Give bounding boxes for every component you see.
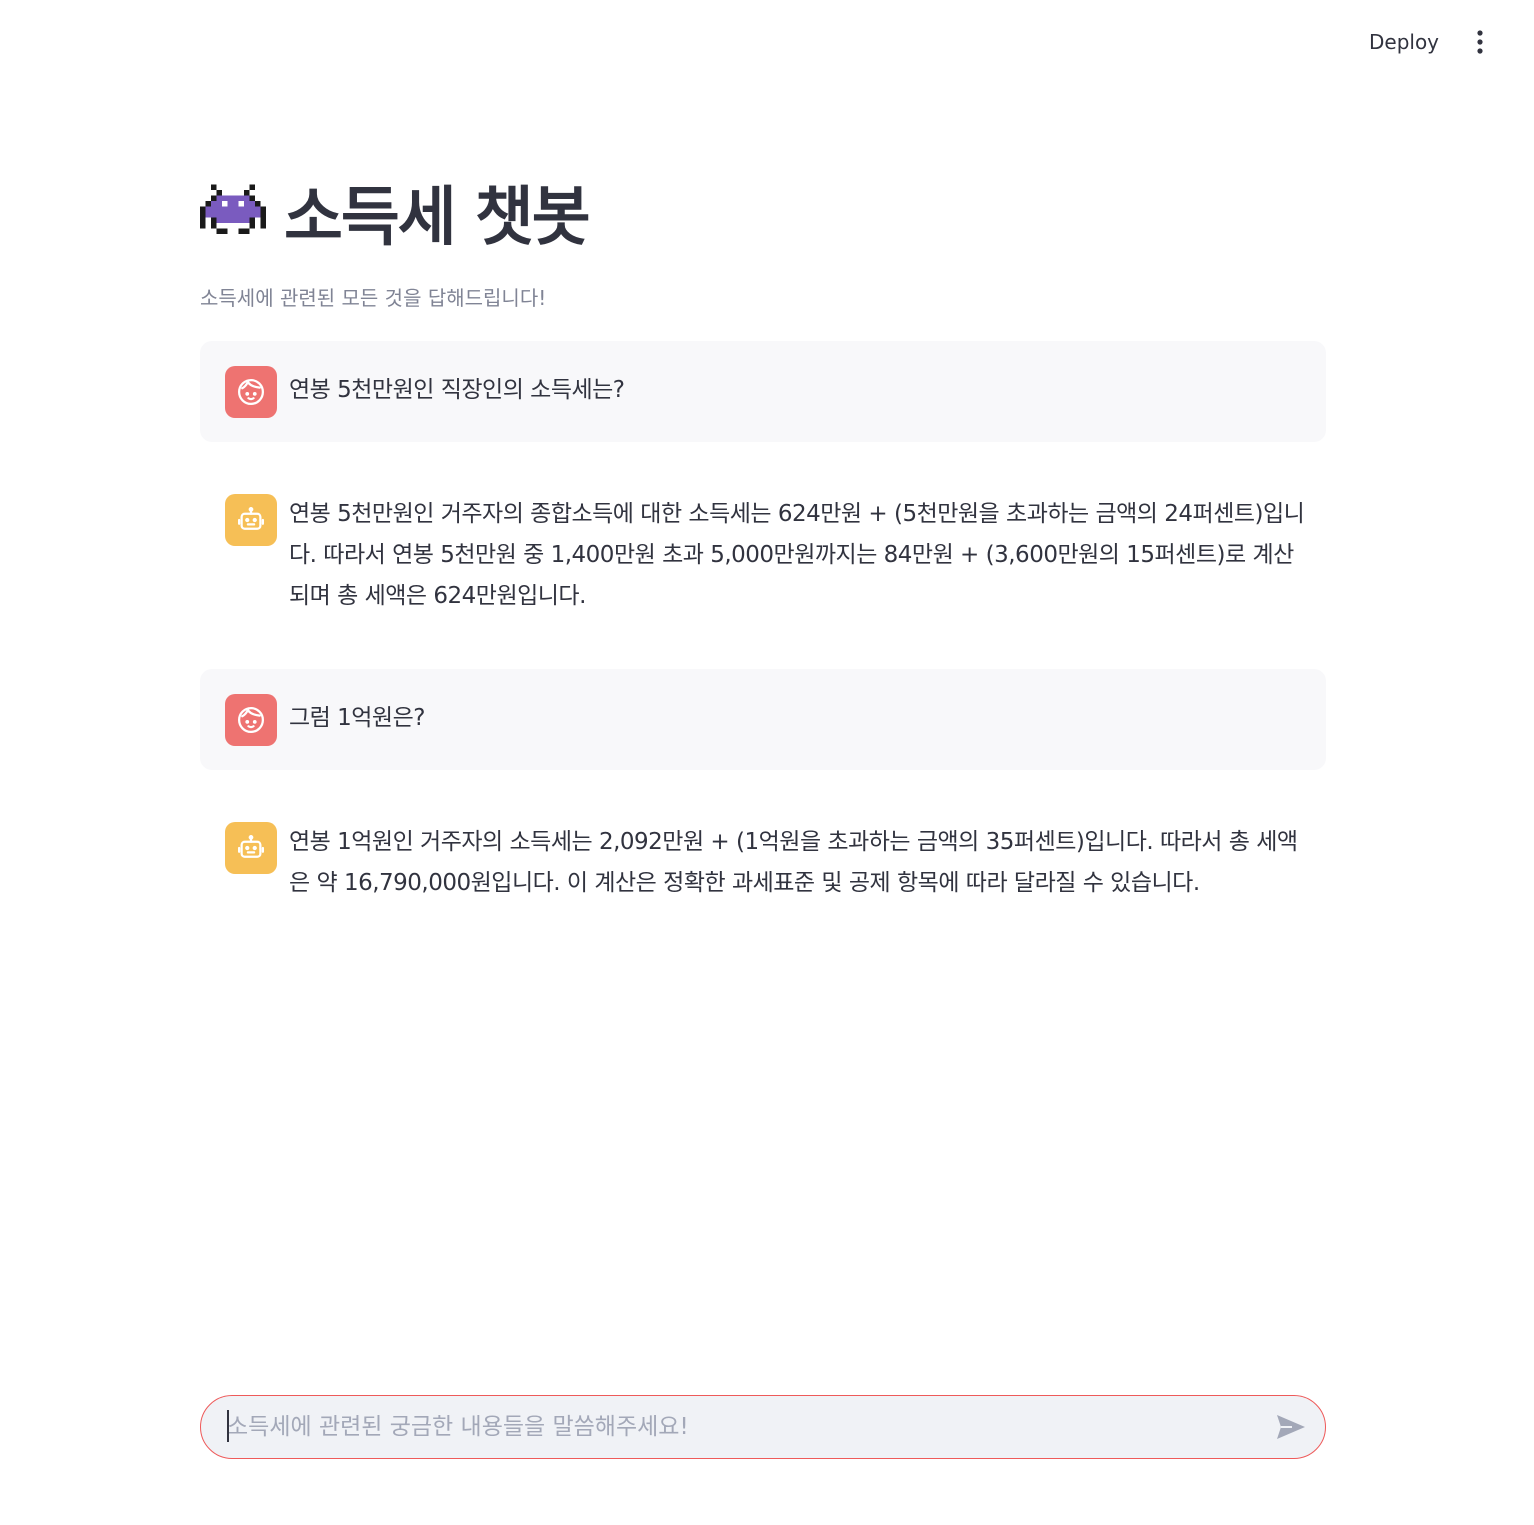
message-text: 연봉 1억원인 거주자의 소득세는 2,092만원 + (1억원을 초과하는 금… bbox=[289, 829, 1298, 896]
user-face-icon bbox=[225, 366, 277, 418]
page-title: 소득세 챗봇 bbox=[200, 170, 591, 255]
chat-message-assistant: 연봉 1억원인 거주자의 소득세는 2,092만원 + (1억원을 초과하는 금… bbox=[200, 797, 1326, 929]
page-title-text: 소득세 챗봇 bbox=[284, 181, 591, 255]
send-icon[interactable] bbox=[1271, 1410, 1311, 1444]
user-face-icon bbox=[225, 694, 277, 746]
app-header: Deploy bbox=[0, 0, 1534, 84]
robot-icon bbox=[225, 822, 277, 874]
page-subtitle: 소득세에 관련된 모든 것을 답해드립니다! bbox=[200, 286, 547, 310]
deploy-button[interactable]: Deploy bbox=[1356, 24, 1452, 60]
chat-input-container bbox=[200, 1395, 1326, 1459]
message-text: 연봉 5천만원인 직장인의 소득세는? bbox=[289, 377, 625, 403]
more-vertical-icon[interactable] bbox=[1462, 22, 1498, 62]
chat-message-user: 연봉 5천만원인 직장인의 소득세는? bbox=[200, 341, 1326, 442]
chat-message-assistant: 연봉 5천만원인 거주자의 종합소득에 대한 소득세는 624만원 + (5천만… bbox=[200, 469, 1326, 641]
message-text: 그럼 1억원은? bbox=[289, 705, 425, 731]
chat-input[interactable] bbox=[227, 1404, 1247, 1450]
chat-message-user: 그럼 1억원은? bbox=[200, 669, 1326, 770]
message-text: 연봉 5천만원인 거주자의 종합소득에 대한 소득세는 624만원 + (5천만… bbox=[289, 501, 1305, 609]
text-caret bbox=[227, 1410, 229, 1442]
robot-icon bbox=[225, 494, 277, 546]
alien-monster-icon bbox=[200, 184, 266, 240]
